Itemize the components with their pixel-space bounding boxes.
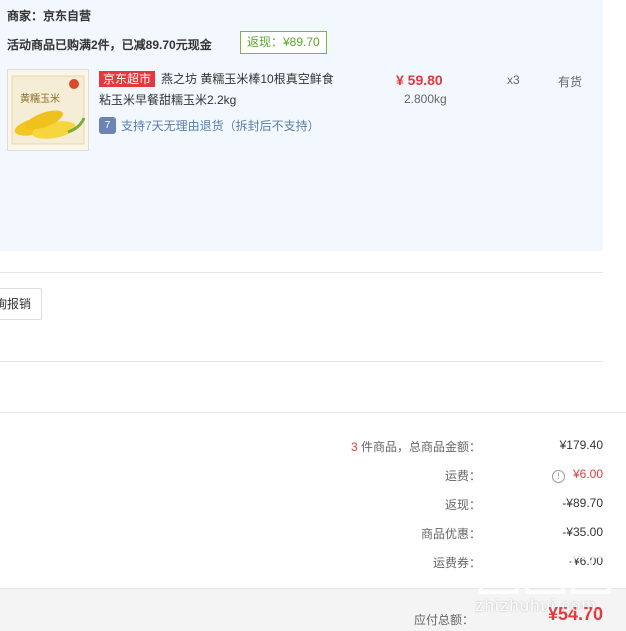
goods-count: 3 [350, 440, 358, 454]
summary-row-discount: 商品优惠： -¥35.00 [0, 525, 626, 545]
info-icon[interactable]: ! [551, 470, 565, 483]
item-quantity: x3 [507, 73, 520, 87]
unit-price: ¥ 59.80 [396, 72, 443, 88]
jd-supermarket-tag: 京东超市 [99, 71, 156, 87]
product-thumbnail[interactable]: 黄糯玉米 [7, 69, 89, 151]
goods-count-text: 件商品，总商品金额： [357, 440, 481, 454]
total-value: ¥54.70 [547, 604, 603, 624]
summary-row-coupon: 运费券： -¥6.00 [0, 554, 626, 574]
seller-label: 商家：京东自营 [7, 9, 92, 23]
shop-panel: 商家：京东自营 活动商品已购满2件，已减89.70元现金 返现：¥89.70 黄… [0, 0, 603, 251]
rebate-badge: 返现：¥89.70 [240, 31, 327, 54]
return-7day-icon: 7 [99, 117, 116, 134]
promo-text: 活动商品已购满2件，已减89.70元现金 [7, 38, 212, 52]
divider [0, 412, 626, 413]
invoice-inquiry-button[interactable]: 询报销 [0, 288, 42, 320]
discount-value: -¥35.00 [562, 525, 603, 539]
product-title[interactable]: 京东超市 燕之坊 黄糯玉米棒10根真空鲜食 [99, 70, 334, 87]
product-title-line1[interactable]: 燕之坊 黄糯玉米棒10根真空鲜食 [161, 72, 334, 86]
summary-row-freight: 运费： ! ¥6.00 [0, 467, 626, 487]
freight-value: ¥6.00 [572, 467, 603, 481]
discount-label: 商品优惠： [420, 527, 481, 541]
corn-image-icon: 黄糯玉米 [8, 70, 88, 150]
total-label: 应付总额： [413, 613, 474, 627]
svg-text:黄糯玉米: 黄糯玉米 [20, 92, 60, 105]
coupon-value: -¥6.00 [568, 554, 603, 568]
divider [0, 361, 603, 362]
return-policy: 7 支持7天无理由退货（拆封后不支持） [99, 117, 320, 134]
summary-row-rebate: 返现： -¥89.70 [0, 496, 626, 516]
rebate-value: -¥89.70 [562, 496, 603, 510]
return-policy-text: 支持7天无理由退货（拆封后不支持） [121, 119, 320, 133]
divider [0, 272, 603, 273]
summary-row-goods: 3 件商品，总商品金额： ¥179.40 [0, 438, 626, 458]
total-bar: 应付总额： ¥54.70 [0, 588, 626, 631]
goods-count-label: 3 件商品，总商品金额： [351, 438, 481, 455]
stock-status: 有货 [558, 75, 583, 89]
coupon-label: 运费券： [432, 556, 481, 570]
rebate-label: 返现： [444, 498, 481, 512]
item-weight: 2.800kg [404, 92, 447, 106]
goods-total-value: ¥179.40 [559, 438, 603, 452]
product-title-line2[interactable]: 粘玉米早餐甜糯玉米2.2kg [99, 91, 236, 108]
freight-value-wrap: ! ¥6.00 [551, 467, 603, 483]
freight-label: 运费： [444, 469, 481, 483]
